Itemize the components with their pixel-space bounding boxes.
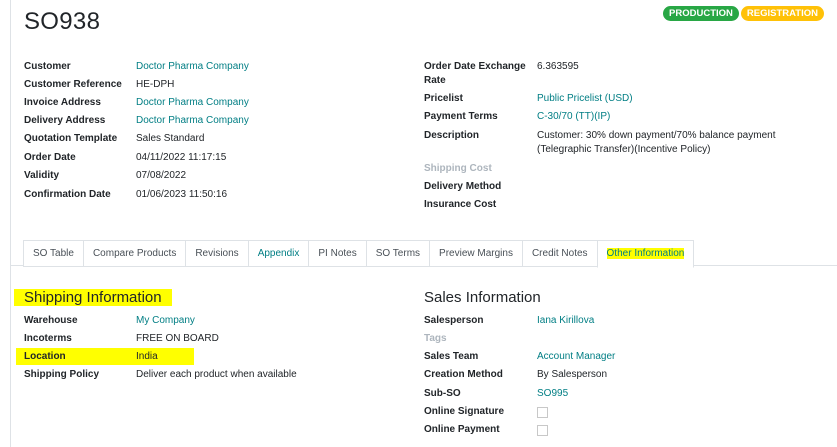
payment-terms-link[interactable]: C-30/70 (TT)(IP) (537, 110, 610, 124)
online-payment-checkbox[interactable] (537, 425, 548, 436)
field-value: 6.363595 (537, 61, 579, 72)
field-label: Insurance Cost (424, 199, 497, 210)
sub-so-link[interactable]: SO995 (537, 387, 568, 401)
field-label: Sales Team (424, 351, 479, 362)
field-label: Online Signature (424, 406, 505, 417)
customer-link[interactable]: Doctor Pharma Company (136, 60, 249, 74)
field-value: 07/08/2022 (136, 170, 187, 181)
status-badges: PRODUCTION REGISTRATION (663, 6, 824, 21)
field-label: Quotation Template (24, 133, 118, 144)
tab-so-table[interactable]: SO Table (23, 240, 84, 266)
field-label: Delivery Address (24, 115, 106, 126)
field-label: Customer Reference (24, 79, 122, 90)
shipping-information-title: Shipping Information (14, 289, 172, 306)
pricelist-link[interactable]: Public Pricelist (USD) (537, 92, 633, 106)
field-label: Location (24, 351, 66, 362)
invoice-address-link[interactable]: Doctor Pharma Company (136, 96, 249, 110)
field-label: Salesperson (424, 315, 484, 326)
field-value: FREE ON BOARD (136, 333, 219, 344)
field-label: Description (424, 130, 480, 141)
field-label: Invoice Address (24, 97, 101, 108)
description-value: Customer: 30% down payment/70% balance p… (537, 130, 776, 155)
field-label: Order Date (24, 152, 76, 163)
field-label: Delivery Method (424, 181, 502, 192)
tab-pi-notes[interactable]: PI Notes (308, 240, 367, 266)
online-signature-checkbox[interactable] (537, 407, 548, 418)
sales-information-title: Sales Information (424, 289, 541, 306)
field-label: Order Date Exchange (424, 61, 526, 72)
tab-revisions[interactable]: Revisions (185, 240, 249, 266)
field-label: Online Payment (424, 424, 500, 435)
field-value: 04/11/2022 11:17:15 (136, 152, 227, 163)
field-label: Shipping Policy (24, 369, 100, 380)
field-value: By Salesperson (537, 369, 608, 380)
tab-preview-margins[interactable]: Preview Margins (429, 240, 523, 266)
field-value: Sales Standard (136, 133, 205, 144)
order-title: SO938 (24, 8, 101, 35)
warehouse-link[interactable]: My Company (136, 314, 195, 328)
tab-appendix[interactable]: Appendix (247, 240, 310, 266)
tab-label: Other Information (606, 248, 685, 259)
tab-compare-products[interactable]: Compare Products (82, 240, 187, 266)
field-label: Shipping Cost (424, 163, 492, 174)
field-label: Pricelist (424, 93, 463, 104)
field-value: HE-DPH (136, 79, 175, 90)
production-badge: PRODUCTION (663, 6, 739, 21)
registration-badge: REGISTRATION (740, 6, 824, 21)
field-label: Confirmation Date (24, 189, 111, 200)
notebook-tabs: SO Table Compare Products Revisions Appe… (23, 240, 695, 268)
field-value: 01/06/2023 11:50:16 (136, 189, 228, 200)
delivery-address-link[interactable]: Doctor Pharma Company (136, 114, 249, 128)
form-sheet: SO938 PRODUCTION REGISTRATION Customer D… (10, 0, 837, 447)
tab-credit-notes[interactable]: Credit Notes (521, 240, 598, 266)
field-label: Creation Method (424, 369, 503, 380)
field-value: Deliver each product when available (136, 369, 297, 380)
location-value[interactable]: India (136, 350, 158, 364)
tab-so-terms[interactable]: SO Terms (365, 240, 431, 266)
field-label: Payment Terms (424, 111, 498, 122)
field-label: Validity (24, 170, 60, 181)
field-label: Warehouse (24, 315, 78, 326)
field-label: Sub-SO (424, 388, 461, 399)
tab-other-information[interactable]: Other Information (596, 240, 695, 268)
sales-team-link[interactable]: Account Manager (537, 350, 615, 364)
field-label: Rate (424, 75, 446, 86)
field-label: Tags (424, 333, 447, 344)
field-label: Incoterms (24, 333, 72, 344)
salesperson-link[interactable]: Iana Kirillova (537, 314, 594, 328)
field-label: Customer (24, 61, 71, 72)
